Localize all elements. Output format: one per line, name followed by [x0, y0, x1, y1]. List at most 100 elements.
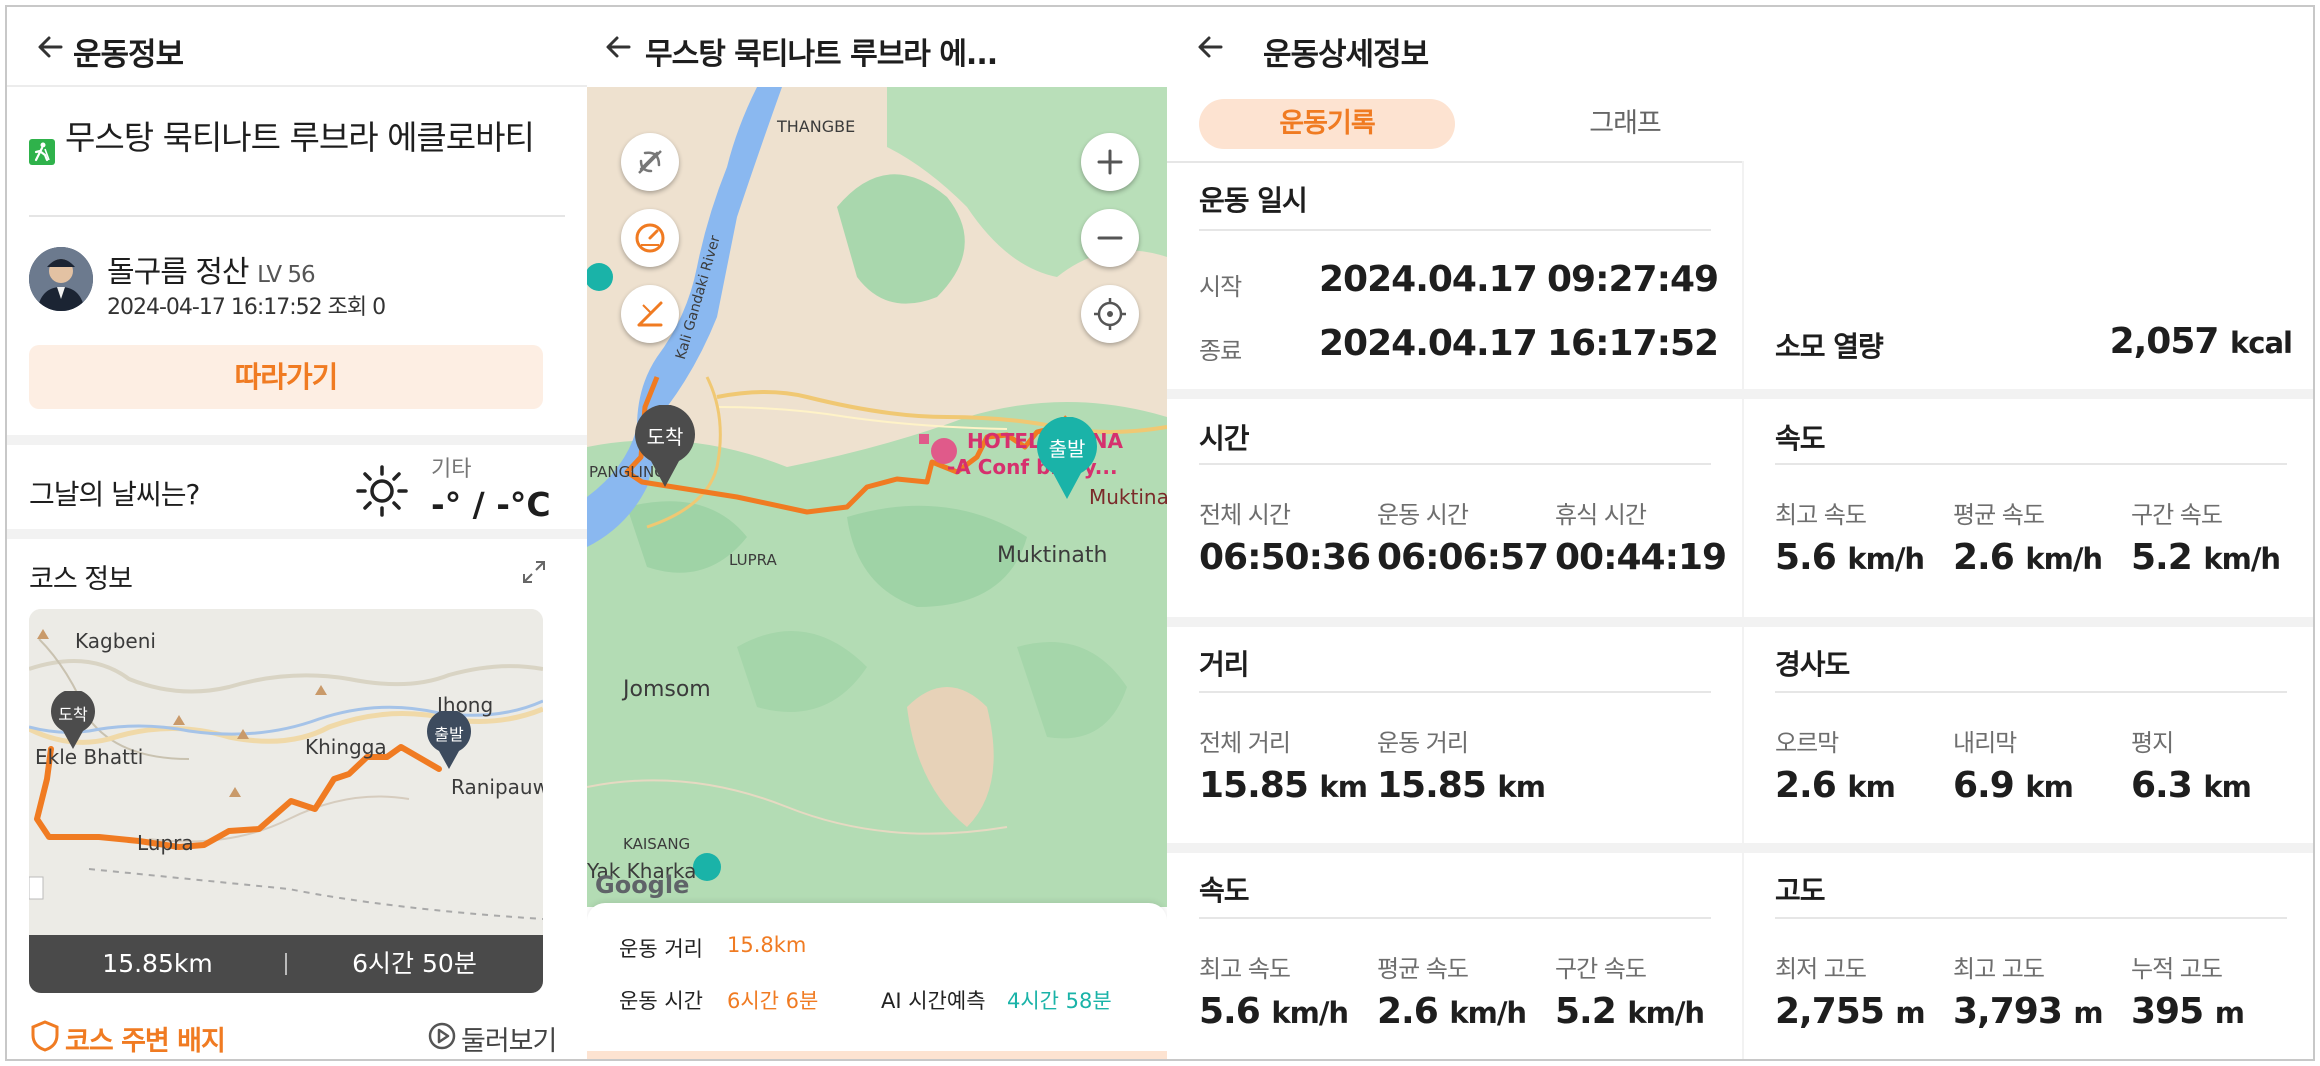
divider	[1199, 691, 1711, 693]
cumulative-altitude-value: 395 m	[2131, 991, 2245, 1032]
ai-time-value: 4시간 58분	[1007, 989, 1112, 1013]
total-distance-label: 전체 거리	[1199, 729, 1291, 757]
calories-value: 2,057 kcal	[2109, 321, 2293, 362]
downhill-value: 6.9 km	[1953, 765, 2074, 806]
time-title: 시간	[1199, 422, 1250, 455]
map-label-kaisang: KAISANG	[623, 835, 691, 853]
total-distance-value: 15.85 km	[1199, 765, 1368, 806]
divider	[29, 215, 565, 217]
speed-gauge-button[interactable]	[621, 209, 679, 267]
exercise-detail-panel: 운동상세정보 운동기록 그래프 운동 일시 시작 2024.04.17 09:2…	[1167, 7, 2313, 1059]
author-level: LV 56	[257, 262, 316, 288]
moving-time-value: 6시간 6분	[727, 989, 819, 1013]
slope-button[interactable]	[621, 285, 679, 343]
look-around-button[interactable]: 둘러보기	[461, 1019, 557, 1058]
end-time: 16:17:52	[1547, 323, 1719, 364]
course-title: 무스탕 묵티나트 루브라 에클로바티	[65, 118, 535, 157]
zoom-in-button[interactable]	[1081, 133, 1139, 191]
avg-speed-value-right: 2.6 km/h	[1953, 537, 2103, 578]
divider	[1199, 917, 1711, 919]
route-off-button[interactable]	[621, 133, 679, 191]
tab-record[interactable]: 운동기록	[1199, 99, 1455, 149]
exercise-info-panel: 운동정보 무스탕 묵티나트 루브라 에클로바티 돌구름 정산 LV 56 202…	[7, 7, 587, 1059]
total-time-label: 전체 시간	[1199, 501, 1291, 529]
max-altitude-value: 3,793 m	[1953, 991, 2104, 1032]
my-location-button[interactable]	[1081, 285, 1139, 343]
flat-label: 평지	[2131, 729, 2174, 757]
moving-time-value: 06:06:57	[1377, 537, 1549, 578]
rest-time-value: 00:44:19	[1555, 537, 1727, 578]
map-panel: 무스탕 묵티나트 루브라 에... THANGBE Kali Gandaki R…	[587, 7, 1167, 1059]
nearby-badge-button[interactable]: 코스 주변 배지	[65, 1019, 226, 1058]
section-gap	[7, 435, 587, 445]
course-duration: 6시간 50분	[352, 949, 477, 978]
min-altitude-value: 2,755 m	[1775, 991, 1926, 1032]
zoom-out-button[interactable]	[1081, 209, 1139, 267]
moving-time-label: 운동 시간	[619, 989, 703, 1013]
speed-title: 속도	[1199, 874, 1250, 907]
end-label: 종료	[1199, 337, 1242, 365]
end-date: 2024.04.17	[1319, 323, 1538, 364]
max-speed-label: 최고 속도	[1199, 955, 1291, 983]
section-gap	[1744, 843, 2313, 853]
back-arrow-icon[interactable]	[31, 27, 71, 67]
max-speed-label-right: 최고 속도	[1775, 501, 1867, 529]
section-gap	[1167, 389, 1742, 399]
map-label-lupra: Lupra	[137, 831, 194, 855]
moving-distance-label: 운동 거리	[1377, 729, 1469, 757]
weather-question: 그날의 날씨는?	[29, 478, 200, 511]
tab-graph[interactable]: 그래프	[1517, 99, 1733, 149]
speed-title-right: 속도	[1775, 422, 1826, 455]
start-label: 시작	[1199, 273, 1242, 301]
map-label-lupra: LUPRA	[729, 551, 777, 569]
tab-underline	[1167, 161, 1742, 163]
section-speed-label: 구간 속도	[1555, 955, 1647, 983]
arrival-marker-label: 도착	[58, 705, 88, 724]
moving-time-label: 운동 시간	[1377, 501, 1469, 529]
header: 무스탕 묵티나트 루브라 에...	[587, 7, 1167, 87]
departure-marker[interactable]: 출발	[425, 709, 473, 771]
section-gap	[1167, 617, 1742, 627]
divider	[1199, 463, 1711, 465]
page-title: 운동정보	[73, 37, 184, 73]
divider	[1199, 229, 1711, 231]
course-distance: 15.85km	[102, 949, 213, 978]
google-logo: Google	[595, 871, 690, 899]
back-arrow-icon[interactable]	[1191, 27, 1231, 67]
divider	[1775, 463, 2287, 465]
play-circle-icon	[427, 1021, 457, 1051]
section-gap	[1744, 389, 2313, 399]
uphill-value: 2.6 km	[1775, 765, 1896, 806]
author-line: 돌구름 정산 LV 56	[107, 247, 316, 291]
avatar[interactable]	[29, 247, 93, 311]
map-label-khingga: Khingga	[305, 735, 387, 759]
back-arrow-icon[interactable]	[599, 27, 639, 67]
map-label-kagbeni: Kagbeni	[75, 629, 156, 653]
arrival-marker[interactable]: 도착	[633, 404, 697, 489]
tab-graph-label: 그래프	[1589, 108, 1662, 139]
course-map[interactable]: Kagbeni Jhong Khingga Ekle Bhatti Ranipa…	[29, 609, 543, 993]
rest-time-label: 휴식 시간	[1555, 501, 1647, 529]
departure-marker[interactable]: 출발	[1035, 416, 1099, 501]
follow-button[interactable]: 따라가기	[29, 345, 543, 409]
ai-time-label: AI 시간예측	[881, 989, 986, 1013]
section-gap	[1167, 843, 1742, 853]
sun-icon	[354, 463, 410, 519]
arrival-marker[interactable]: 도착	[49, 689, 97, 751]
map-label-muktinath: Muktinath	[997, 543, 1108, 568]
total-time-value: 06:50:36	[1199, 537, 1371, 578]
author-name[interactable]: 돌구름 정산	[107, 255, 250, 290]
min-altitude-label: 최저 고도	[1775, 955, 1867, 983]
flat-value: 6.3 km	[2131, 765, 2252, 806]
arrival-marker-label: 도착	[646, 425, 684, 449]
moving-distance-value: 15.85 km	[1377, 765, 1546, 806]
tab-record-label: 운동기록	[1279, 108, 1375, 139]
datetime-title: 운동 일시	[1199, 184, 1308, 217]
section-speed-value: 5.2 km/h	[1555, 991, 1705, 1032]
post-meta: 2024-04-17 16:17:52 조회 0	[107, 295, 386, 320]
section-speed-label-right: 구간 속도	[2131, 501, 2223, 529]
max-speed-value-right: 5.6 km/h	[1775, 537, 1925, 578]
map-label-muktinath-short: Muktina	[1089, 485, 1167, 509]
expand-icon[interactable]	[521, 559, 547, 585]
route-info-sheet: 운동 거리 15.8km 운동 시간 6시간 6분 AI 시간예측 4시간 58…	[587, 903, 1167, 1059]
